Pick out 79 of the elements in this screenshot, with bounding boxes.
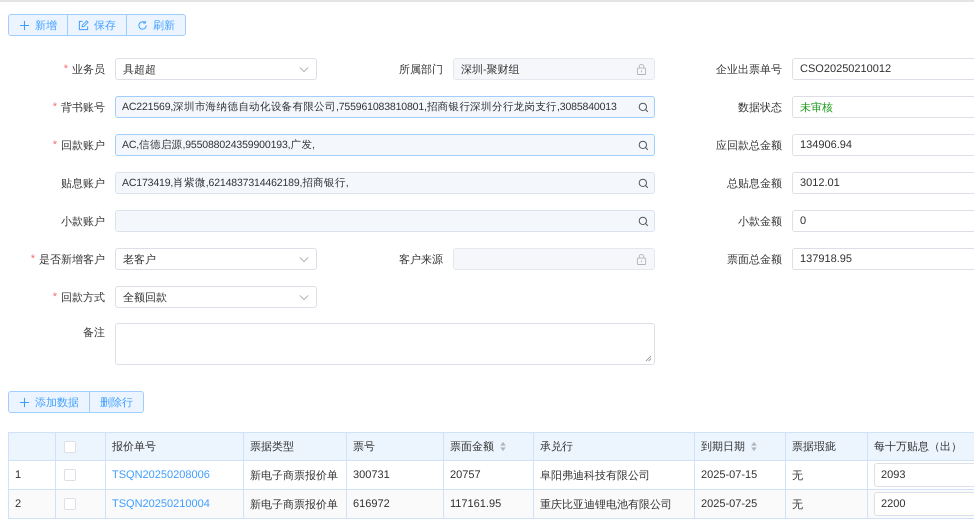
field-label: 应回款总金额 — [716, 138, 782, 152]
required-mark: * — [52, 291, 57, 303]
lock-icon — [636, 63, 647, 75]
plus-icon — [19, 396, 30, 408]
field-label: 票面总金额 — [727, 252, 782, 266]
chevron-down-icon — [299, 66, 309, 72]
chevron-down-icon — [299, 294, 309, 300]
search-icon — [638, 102, 649, 112]
chevron-down-icon — [299, 256, 309, 262]
table-cell: 重庆比亚迪锂电池有限公司 — [540, 498, 672, 510]
field-label: 业务员 — [72, 62, 105, 76]
input-field[interactable]: CSO20250210012 — [792, 58, 974, 80]
column-header: 报价单号 — [112, 440, 156, 454]
table-cell: 616972 — [353, 498, 390, 510]
select-all-checkbox[interactable] — [64, 440, 76, 452]
input-field[interactable]: 3012.01 — [792, 172, 974, 194]
search-field[interactable]: AC221569,深圳市海纳德自动化设备有限公司,755961083810801,招商银行深圳分行龙岗支行,3085840013 — [115, 96, 655, 118]
column-header: 每十万贴息（出） — [874, 440, 962, 454]
required-mark: * — [64, 63, 68, 75]
required-mark: * — [52, 139, 57, 151]
lock-icon — [636, 253, 647, 265]
field-label: 小款金额 — [738, 214, 782, 228]
column-header: 票据瑕疵 — [792, 440, 836, 454]
column-header: 票号 — [353, 440, 375, 454]
field-label: 小款账户 — [61, 214, 105, 228]
sort-icon[interactable] — [499, 441, 507, 452]
field-label: 备注 — [83, 326, 105, 340]
table-cell: 300731 — [353, 469, 390, 481]
field-label: 总贴息金额 — [727, 176, 782, 190]
table-cell: 新电子商票报价单 — [250, 470, 338, 482]
row-checkbox[interactable] — [64, 498, 76, 510]
column-header: 票据类型 — [250, 440, 294, 454]
locked-field: 深圳-聚财组 — [453, 58, 655, 80]
column-header: 到期日期 — [701, 440, 745, 454]
status-field: 未审核 — [792, 96, 974, 118]
edit-icon — [78, 20, 89, 30]
search-field[interactable]: AC,信德启源,955088024359900193,广发, — [115, 134, 655, 156]
field-label: 数据状态 — [738, 100, 782, 114]
row-checkbox[interactable] — [64, 469, 76, 481]
search-field[interactable]: AC173419,肖紫微,6214837314462189,招商银行, — [115, 172, 655, 194]
column-header: 票面金额 — [450, 440, 494, 454]
field-label: 企业出票单号 — [716, 62, 782, 76]
table-cell: 阜阳弗迪科技有限公司 — [540, 470, 650, 482]
row-number: 1 — [15, 469, 22, 481]
sort-icon[interactable] — [750, 441, 758, 452]
resize-grip-icon — [645, 355, 652, 362]
table-cell: 无 — [792, 470, 803, 482]
field-label: 回款方式 — [61, 290, 105, 304]
input-field[interactable]: 137918.95 — [792, 248, 974, 270]
field-label: 贴息账户 — [61, 176, 105, 190]
select-field[interactable]: 具超超 — [115, 58, 317, 80]
required-mark: * — [52, 101, 57, 113]
field-label: 所属部门 — [399, 62, 443, 76]
search-icon — [638, 140, 649, 150]
table-cell: 117161.95 — [450, 498, 502, 510]
column-header: 承兑行 — [540, 440, 573, 454]
table-cell: 新电子商票报价单 — [250, 498, 338, 510]
field-label: 客户来源 — [399, 252, 443, 266]
field-label: 是否新增客户 — [39, 252, 105, 266]
interest-input[interactable]: 2200 — [874, 492, 974, 516]
field-label: 背书账号 — [61, 100, 105, 114]
table-cell: 2025-07-15 — [701, 469, 758, 481]
interest-input[interactable]: 2093 — [874, 463, 974, 487]
search-icon — [638, 216, 649, 226]
table-cell: 2025-07-25 — [701, 498, 758, 510]
search-icon — [638, 178, 649, 188]
required-mark: * — [30, 253, 35, 265]
table-cell: 20757 — [450, 469, 481, 481]
plus-icon — [19, 20, 30, 30]
table-cell: 无 — [792, 498, 803, 510]
field-label: 回款账户 — [61, 138, 105, 152]
select-field[interactable]: 全额回款 — [115, 286, 317, 308]
search-field[interactable] — [115, 210, 655, 232]
refresh-icon — [137, 20, 148, 30]
input-field[interactable]: 0 — [792, 210, 974, 232]
remark-textarea[interactable] — [115, 323, 655, 365]
select-field[interactable]: 老客户 — [115, 248, 317, 270]
input-field[interactable]: 134906.94 — [792, 134, 974, 156]
row-number: 2 — [15, 498, 22, 510]
